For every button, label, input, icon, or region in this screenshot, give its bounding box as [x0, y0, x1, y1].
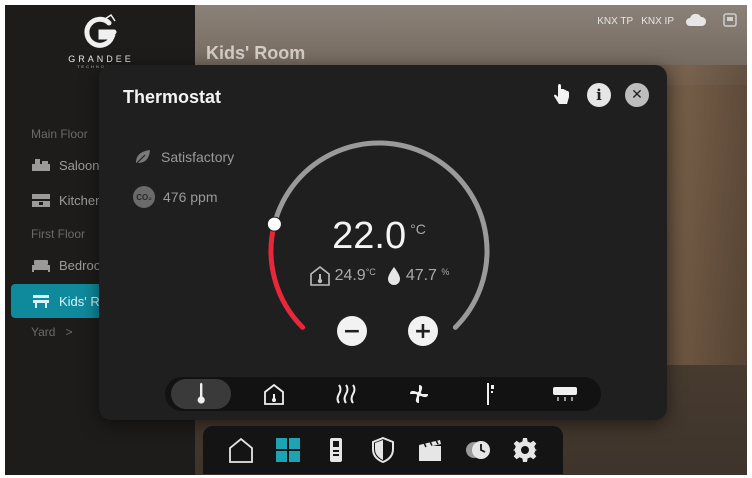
close-button[interactable]: ✕ — [625, 83, 649, 107]
setpoint-display: 22.0 °C — [259, 215, 499, 258]
brand-name: GRANDEE — [68, 54, 134, 64]
air-conditioner-icon — [552, 387, 577, 401]
indoor-temperature-value: 24.9 — [334, 267, 366, 284]
mode-selector — [165, 377, 601, 411]
section-yard[interactable]: Yard > — [31, 325, 72, 339]
info-button[interactable]: i — [587, 83, 611, 107]
current-readings: 24.9°C 47.7 % — [259, 265, 499, 287]
section-yard-label: Yard — [31, 325, 56, 339]
minus-icon: − — [342, 318, 362, 344]
touch-control-button[interactable] — [549, 83, 573, 107]
room-title: Kids' Room — [206, 43, 306, 63]
humidity-icon — [387, 267, 400, 285]
knx-tp-status: KNX TP — [597, 16, 634, 27]
schedule-icon — [465, 441, 490, 459]
intercom-icon — [329, 438, 342, 462]
indoor-temperature-unit: °C — [365, 267, 376, 277]
thermostat-dialog: Thermostat i ✕ Satisfactory CO₂ 476 ppm — [99, 65, 667, 420]
plus-icon: + — [413, 318, 433, 344]
dock-rooms[interactable] — [272, 434, 304, 466]
kids-room-icon — [31, 293, 53, 309]
hand-pointer-icon — [554, 84, 569, 104]
dock-schedule[interactable] — [462, 434, 494, 466]
floor-heating-icon — [487, 383, 495, 405]
dialog-title: Thermostat — [123, 87, 222, 107]
humidity-unit: % — [441, 267, 450, 277]
bottom-dock — [203, 426, 563, 474]
dock-home[interactable] — [225, 434, 257, 466]
tab-fan[interactable] — [389, 379, 449, 409]
comfort-status-text: Satisfactory — [161, 149, 235, 165]
dialog-actions: i ✕ — [549, 83, 649, 107]
knx-ip-status: KNX IP — [641, 16, 674, 27]
chevron-right-icon: > — [65, 325, 73, 339]
increase-setpoint-button[interactable]: + — [408, 316, 438, 346]
dock-security[interactable] — [367, 434, 399, 466]
setpoint-value: 22.0 — [332, 215, 407, 257]
section-main-floor: Main Floor — [31, 127, 88, 141]
screen-icon[interactable] — [723, 13, 737, 30]
tab-air-conditioner[interactable] — [535, 379, 595, 409]
close-icon: ✕ — [631, 87, 643, 103]
co2-reading: CO₂ 476 ppm — [133, 186, 217, 208]
sidebar-item-label: Saloon — [59, 157, 100, 173]
tab-heating[interactable] — [317, 379, 377, 409]
settings-icon — [513, 438, 538, 462]
temperature-dial[interactable]: 22.0 °C 24.9°C 47.7 % — [259, 133, 499, 333]
tab-home[interactable] — [244, 379, 304, 409]
comfort-status: Satisfactory — [133, 147, 234, 167]
humidity-value: 47.7 — [405, 267, 437, 284]
thermometer-icon — [197, 383, 205, 404]
app-window: GRANDEE TECHNOLOGY Main Floor Saloon Kit… — [5, 5, 747, 475]
section-first-floor: First Floor — [31, 227, 85, 241]
indoor-temperature: 24.9°C — [309, 265, 376, 287]
home-icon — [228, 437, 253, 463]
dock-intercom[interactable] — [320, 434, 352, 466]
kitchen-icon — [31, 192, 53, 208]
decrease-setpoint-button[interactable]: − — [337, 316, 367, 346]
dock-scenes[interactable] — [414, 434, 446, 466]
scene-icon — [419, 439, 442, 461]
connection-status: KNX TP KNX IP — [596, 13, 737, 30]
home-icon — [263, 383, 284, 405]
tab-floor-heating[interactable] — [462, 379, 522, 409]
sidebar-item-label: Kitchen — [59, 192, 103, 208]
fan-icon — [410, 385, 429, 403]
co2-value: 476 ppm — [163, 189, 218, 205]
grandee-logo-mark-icon — [84, 13, 117, 48]
grid-icon — [276, 438, 301, 462]
humidity: 47.7 % — [386, 266, 450, 286]
indoor-temperature-icon — [309, 265, 330, 286]
dock-settings[interactable] — [509, 434, 541, 466]
co2-icon: CO₂ — [133, 186, 155, 208]
tab-thermometer[interactable] — [171, 379, 231, 409]
heating-icon — [336, 384, 356, 404]
setpoint-unit: °C — [410, 221, 426, 237]
bed-icon — [31, 257, 53, 273]
shield-icon — [371, 437, 394, 463]
info-icon: i — [596, 86, 602, 104]
sofa-icon — [31, 157, 53, 173]
cloud-icon — [685, 13, 707, 30]
leaf-icon — [135, 150, 150, 165]
